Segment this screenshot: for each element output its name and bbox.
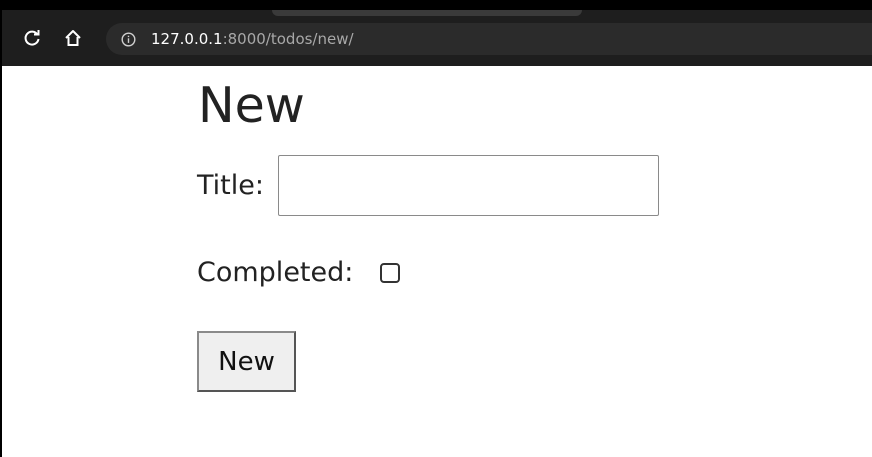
title-input[interactable] (278, 155, 659, 216)
url-text[interactable]: 127.0.0.1:8000/todos/new/ (151, 23, 354, 55)
completed-checkbox[interactable] (380, 263, 400, 283)
page-title: New (198, 77, 305, 134)
title-label: Title: (197, 170, 264, 201)
browser-window: 127.0.0.1:8000/todos/new/ New Title: Com… (0, 0, 872, 457)
browser-toolbar: 127.0.0.1:8000/todos/new/ (2, 0, 872, 66)
url-host: 127.0.0.1 (151, 30, 223, 48)
home-icon (65, 30, 81, 46)
reload-icon (24, 30, 40, 46)
reload-button[interactable] (19, 25, 45, 51)
info-icon[interactable] (121, 31, 136, 47)
tab-strip-edge (272, 10, 582, 16)
address-bar[interactable]: 127.0.0.1:8000/todos/new/ (106, 23, 872, 55)
url-path: :8000/todos/new/ (222, 30, 354, 48)
home-button[interactable] (60, 25, 86, 51)
completed-label: Completed: (197, 257, 354, 288)
new-button[interactable]: New (197, 331, 296, 392)
